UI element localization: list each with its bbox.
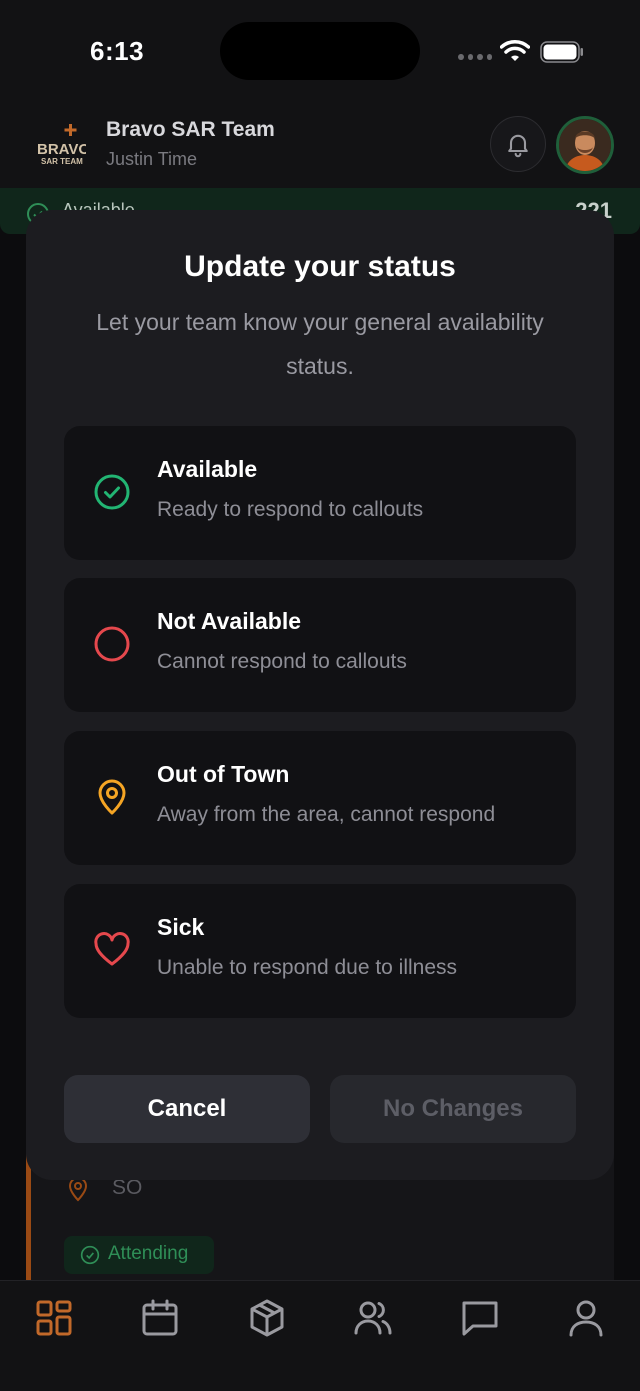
option-label: Available (157, 456, 258, 482)
modal-description: Let your team know your general availabi… (96, 309, 544, 379)
option-label: Out of Town (157, 761, 290, 787)
circle-icon (94, 626, 130, 662)
check-circle-icon (80, 1245, 100, 1265)
cancel-button[interactable]: Cancel (64, 1075, 310, 1143)
calendar-icon[interactable] (140, 1298, 180, 1338)
option-description: Ready to respond to callouts (157, 498, 424, 521)
check-circle-icon (94, 474, 130, 510)
status-time: 6:13 (90, 36, 145, 66)
box-icon[interactable] (247, 1298, 287, 1338)
no-changes-button[interactable]: No Changes (330, 1075, 576, 1143)
status-option-not-available[interactable]: Not Available Cannot respond to callouts (64, 578, 576, 712)
dynamic-island (220, 22, 420, 80)
notifications-button[interactable] (490, 116, 546, 172)
status-option-sick[interactable]: Sick Unable to respond due to illness (64, 884, 576, 1018)
cellular-signal-icon (458, 54, 492, 62)
option-description: Away from the area, cannot respond (157, 803, 496, 826)
tab-bar (0, 1280, 640, 1391)
team-logo: BRAVO SAR TEAM (37, 124, 86, 166)
map-pin-icon (98, 779, 126, 815)
option-label: Sick (157, 914, 205, 940)
bell-icon (508, 134, 528, 158)
profile-icon[interactable] (566, 1298, 606, 1338)
users-icon[interactable] (353, 1298, 393, 1338)
avatar-image (559, 119, 611, 171)
battery-icon (540, 41, 583, 63)
status-option-available[interactable]: Available Ready to respond to callouts (64, 426, 576, 560)
svg-text:SAR TEAM: SAR TEAM (41, 157, 83, 166)
team-name: Bravo SAR Team (106, 118, 275, 141)
user-name: Justin Time (106, 149, 198, 169)
status-option-out-of-town[interactable]: Out of Town Away from the area, cannot r… (64, 731, 576, 865)
option-description: Unable to respond due to illness (157, 956, 458, 979)
svg-text:BRAVO: BRAVO (37, 141, 86, 158)
modal-title: Update your status (184, 250, 456, 283)
grid-icon[interactable] (34, 1298, 74, 1338)
option-label: Not Available (157, 608, 301, 634)
option-description: Cannot respond to callouts (157, 650, 407, 673)
wifi-icon (500, 40, 530, 61)
heart-icon (94, 932, 130, 966)
attending-label: Attending (108, 1243, 189, 1264)
chat-icon[interactable] (460, 1298, 500, 1338)
avatar[interactable] (556, 116, 614, 174)
